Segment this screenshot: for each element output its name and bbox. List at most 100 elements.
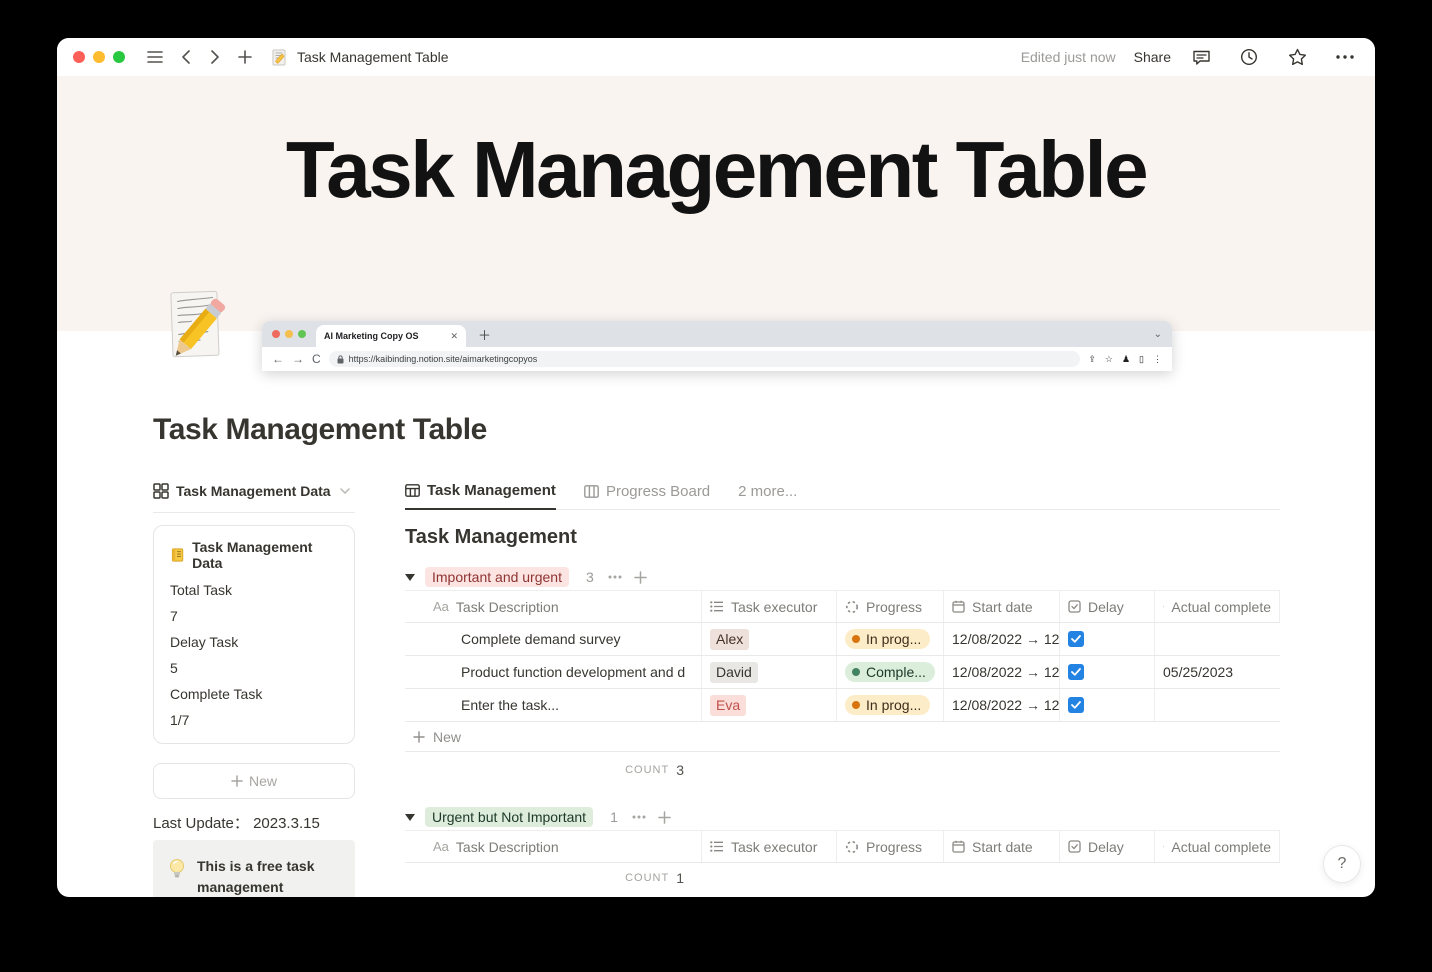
help-button[interactable]: ? [1323,845,1361,883]
column-delay[interactable]: Delay [1060,591,1155,622]
sidebar-menu-icon[interactable] [143,45,167,69]
column-start-date[interactable]: Start date [944,591,1060,622]
count-label: COUNT [625,763,670,776]
info-callout: This is a free task management system. [153,840,355,897]
progress-pill: In prog... [845,695,931,715]
url-pill: https://kaibinding.notion.site/aimarketi… [328,351,1081,367]
browser-traffic-lights [272,330,306,338]
tab-progress-board[interactable]: Progress Board [584,483,710,509]
browser-menu-icon: ⋮ [1153,353,1162,364]
breadcrumb-page-title[interactable]: Task Management Table [297,49,449,65]
share-button[interactable]: Share [1134,49,1171,65]
column-actual-complete[interactable]: Actual complete [1155,831,1280,862]
new-page-icon[interactable] [233,45,257,69]
count-value: 1 [676,870,684,886]
view-tabs: Task Management Progress Board 2 more... [405,478,1280,510]
table-row: Enter the task... Eva In prog... 12/08/2… [405,689,1280,722]
start-date-cell[interactable]: 12/08/2022 → 12 [944,656,1060,688]
status-property-icon [846,600,858,613]
column-task-description[interactable]: Aa Task Description [405,831,702,862]
page-icon-memo[interactable] [160,288,232,372]
favorite-star-icon[interactable] [1285,45,1309,69]
actual-date-cell[interactable] [1155,689,1280,721]
group-add-icon[interactable] [658,810,671,824]
count-value: 3 [676,761,684,778]
history-clock-icon[interactable] [1237,45,1261,69]
group-count-row: COUNT 1 [405,863,1280,893]
stat-value: 5 [170,660,178,676]
last-update: Last Update： 2023.3.15 [153,812,355,833]
group-badge[interactable]: Urgent but Not Important [425,807,594,827]
stats-card[interactable]: Task Management Data Total Task 7 Delay … [153,525,355,744]
extension-icon: ♟ [1121,353,1131,364]
forward-icon[interactable] [203,45,227,69]
column-delay[interactable]: Delay [1060,831,1155,862]
new-tab-icon: ＋ [478,327,492,343]
profile-icon: ▯ [1139,353,1144,364]
column-task-executor[interactable]: Task executor [702,591,837,622]
table-view: Aa Task Description Task executor Progre… [405,590,1280,787]
browser-tab: AI Marketing Copy OS ✕ [316,325,466,347]
task-title-link[interactable]: Enter the task... [461,697,559,713]
table-view-icon [405,484,420,497]
checkbox-property-icon [1068,840,1081,853]
browser-tabbar: AI Marketing Copy OS ✕ ＋ ⌄ [262,321,1172,347]
stat-value: 7 [170,608,178,624]
group-badge[interactable]: Important and urgent [425,567,569,587]
delay-checkbox[interactable] [1068,697,1084,713]
browser-urlbar: ← → C https://kaibinding.notion.site/aim… [262,347,1172,371]
tab-more-views[interactable]: 2 more... [738,483,797,509]
sidebar-divider [153,512,355,513]
browser-screenshot: AI Marketing Copy OS ✕ ＋ ⌄ ← → C https:/… [262,321,1172,371]
sidebar-column: Task Management Data Task Management Dat… [153,478,355,897]
actual-date-cell[interactable] [1155,623,1280,655]
task-title-link[interactable]: Complete demand survey [461,631,621,647]
table-row: Product function development and d David… [405,656,1280,689]
tab-close-icon: ✕ [450,330,458,341]
tab-task-management[interactable]: Task Management [405,482,556,510]
actual-date-cell[interactable]: 05/25/2023 [1155,656,1280,688]
board-view-icon [584,485,599,498]
comments-icon[interactable] [1189,45,1213,69]
column-header-row: Aa Task Description Task executor Progre… [405,590,1280,623]
column-progress[interactable]: Progress [837,831,944,862]
calendar-icon [952,840,965,853]
new-entry-button[interactable]: New [153,763,355,799]
more-options-icon[interactable] [1333,45,1357,69]
column-header-row: Aa Task Description Task executor Progre… [405,830,1280,863]
group-options-icon[interactable] [632,815,646,819]
start-date-cell[interactable]: 12/08/2022 → 12 [944,623,1060,655]
column-actual-complete[interactable]: Actual complete [1155,591,1280,622]
add-row-button[interactable]: New [405,722,1280,752]
status-dot [852,635,860,643]
executor-tag: Eva [710,694,747,716]
column-task-description[interactable]: Aa Task Description [405,591,702,622]
zoom-window-button[interactable] [113,51,125,63]
select-property-icon [710,841,723,852]
minimize-window-button[interactable] [93,51,105,63]
ledger-icon [171,548,184,562]
collapse-triangle-icon[interactable] [405,573,415,581]
executor-tag: Alex [710,628,750,650]
column-progress[interactable]: Progress [837,591,944,622]
delay-checkbox[interactable] [1068,631,1084,647]
data-source-select[interactable]: Task Management Data [153,478,355,504]
calendar-icon [1163,605,1165,608]
back-icon[interactable] [173,45,197,69]
page-memo-icon [267,45,291,69]
notion-window: Task Management Table Edited just now Sh… [57,38,1375,897]
checkbox-property-icon [1068,600,1081,613]
column-task-executor[interactable]: Task executor [702,831,837,862]
close-window-button[interactable] [73,51,85,63]
collapse-triangle-icon[interactable] [405,813,415,821]
group-add-icon[interactable] [634,570,647,584]
column-start-date[interactable]: Start date [944,831,1060,862]
task-title-link[interactable]: Product function development and d [461,664,685,680]
group-count: 3 [585,569,594,585]
delay-checkbox[interactable] [1068,664,1084,680]
group-options-icon[interactable] [608,575,622,579]
page-title: Task Management Table [153,413,487,446]
plus-icon [413,730,425,743]
start-date-cell[interactable]: 12/08/2022 → 12 [944,689,1060,721]
database-views: Task Management Progress Board 2 more...… [405,478,1280,893]
